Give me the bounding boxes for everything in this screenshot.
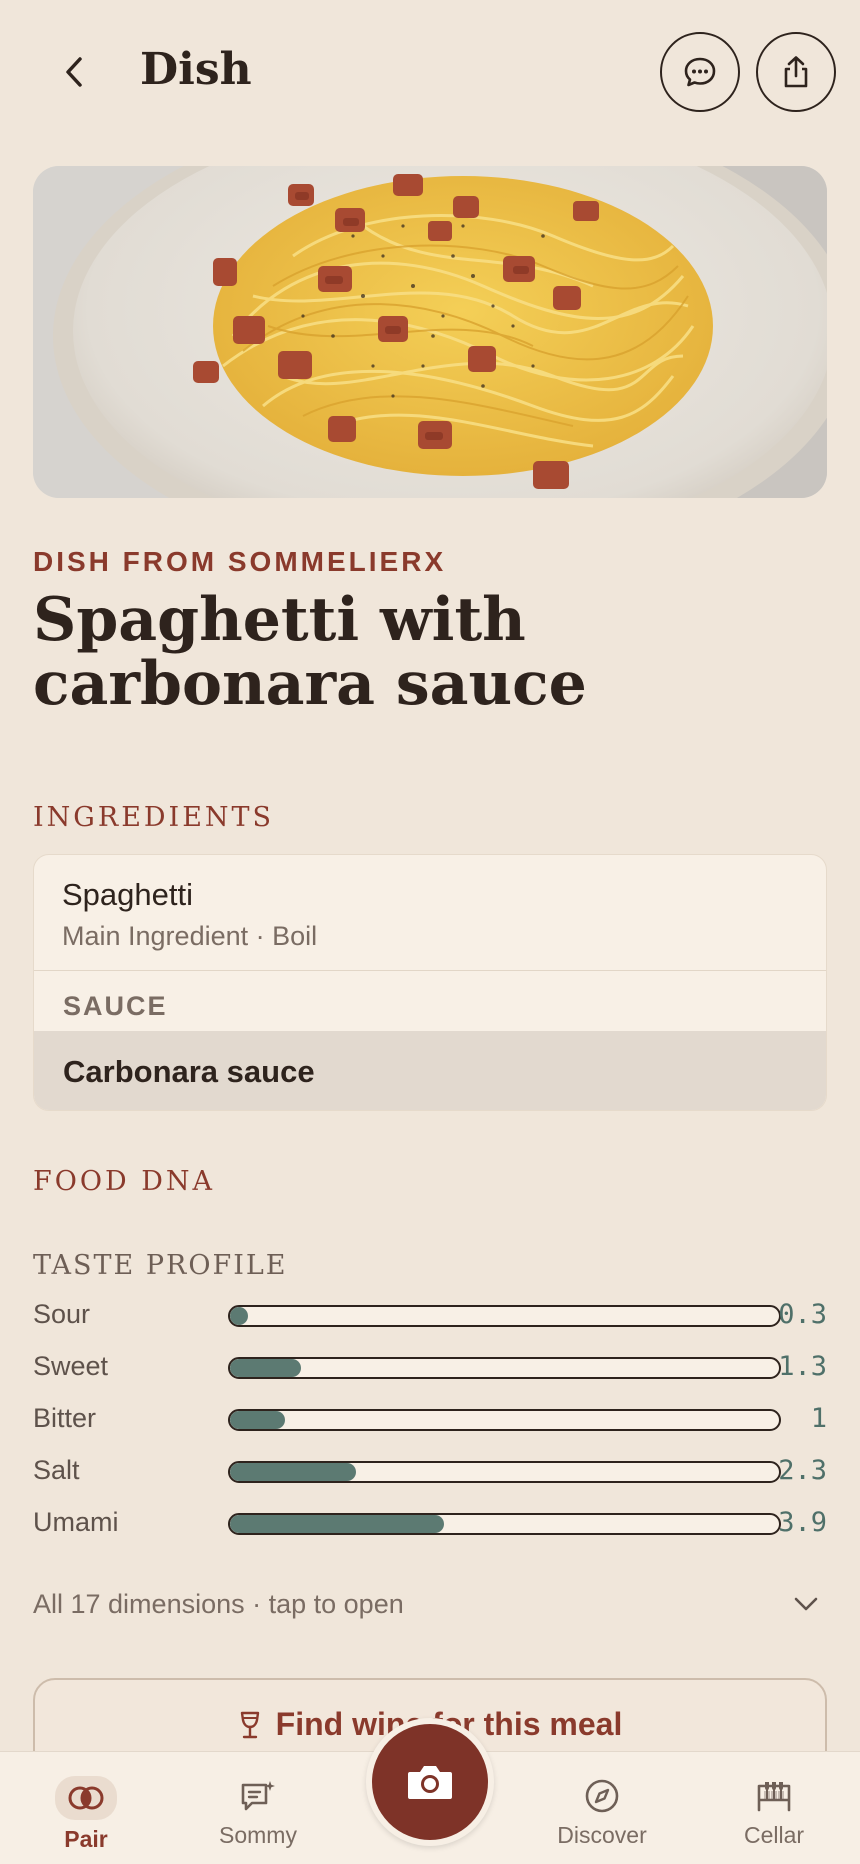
taste-bar-fill	[230, 1463, 357, 1481]
taste-name: Salt	[33, 1455, 80, 1485]
chevron-down-icon	[794, 1597, 818, 1611]
taste-row-umami: Umami 3.9	[33, 1505, 827, 1545]
taste-bar-track	[228, 1409, 781, 1431]
ingredient-item[interactable]: Spaghetti Main Ingredient · Boil	[34, 855, 826, 971]
taste-name: Bitter	[33, 1403, 97, 1433]
chat-button[interactable]	[660, 32, 740, 112]
taste-bar-track	[228, 1305, 781, 1327]
share-button[interactable]	[756, 32, 836, 112]
taste-row-bitter: Bitter 1	[33, 1401, 827, 1441]
nav-label: Cellar	[743, 1822, 805, 1848]
chat-bubble-icon	[684, 57, 716, 87]
taste-row-salt: Salt 2.3	[33, 1453, 827, 1493]
chevron-left-icon	[66, 57, 82, 87]
taste-value: 3.9	[778, 1507, 827, 1538]
taste-bar-fill	[230, 1307, 248, 1325]
share-icon	[784, 56, 808, 88]
back-button[interactable]	[52, 46, 96, 98]
camera-icon	[408, 1766, 452, 1799]
compass-icon	[585, 1779, 619, 1813]
nav-label: Discover	[557, 1822, 647, 1848]
cellar-icon	[757, 1782, 791, 1812]
dish-name: Spaghetti with carbonara sauce	[33, 585, 587, 719]
taste-name: Umami	[33, 1507, 119, 1537]
taste-value: 1	[810, 1403, 827, 1434]
app-header: Dish	[0, 0, 860, 150]
taste-value: 1.3	[778, 1351, 827, 1382]
sauce-item[interactable]: Carbonara sauce	[34, 1031, 826, 1110]
dish-source-label: DISH FROM SOMMELIERX	[33, 546, 447, 577]
taste-bar-fill	[230, 1515, 445, 1533]
nav-item-discover[interactable]: Discover	[532, 1752, 672, 1864]
nav-label: Pair	[64, 1826, 108, 1852]
nav-item-pair[interactable]: Pair	[16, 1752, 156, 1864]
carbonara-illustration	[33, 166, 827, 498]
taste-row-sweet: Sweet 1.3	[33, 1349, 827, 1389]
taste-value: 2.3	[778, 1455, 827, 1486]
taste-bar-track	[228, 1513, 781, 1535]
taste-bar-fill	[230, 1359, 302, 1377]
food-dna-heading: FOOD DNA	[33, 1166, 216, 1197]
ingredient-detail: Main Ingredient · Boil	[62, 921, 318, 951]
taste-profile-heading: TASTE PROFILE	[33, 1250, 288, 1281]
all-dimensions-label: All 17 dimensions · tap to open	[33, 1588, 404, 1619]
wine-glass-icon	[240, 1711, 259, 1739]
sauce-heading: SAUCE	[63, 991, 168, 1021]
ingredient-name: Spaghetti	[62, 877, 193, 912]
taste-value: 0.3	[778, 1299, 827, 1330]
ingredients-heading: INGREDIENTS	[33, 802, 275, 833]
nav-item-sommy[interactable]: Sommy	[188, 1752, 328, 1864]
ingredients-card: Spaghetti Main Ingredient · Boil SAUCE C…	[33, 854, 827, 1111]
nav-label: Sommy	[219, 1822, 297, 1848]
all-dimensions-toggle[interactable]: All 17 dimensions · tap to open	[33, 1582, 827, 1626]
taste-name: Sour	[33, 1299, 91, 1329]
nav-item-cellar[interactable]: Cellar	[704, 1752, 844, 1864]
camera-button[interactable]	[366, 1718, 494, 1846]
chat-sparkle-icon	[241, 1781, 275, 1811]
pair-icon	[68, 1786, 104, 1810]
dish-photo	[33, 166, 827, 498]
taste-bar-track	[228, 1357, 781, 1379]
taste-bar-track	[228, 1461, 781, 1483]
sauce-name: Carbonara sauce	[63, 1053, 315, 1089]
page-title: Dish	[140, 44, 252, 95]
taste-row-sour: Sour 0.3	[33, 1297, 827, 1337]
taste-name: Sweet	[33, 1351, 109, 1381]
taste-bar-fill	[230, 1411, 285, 1429]
